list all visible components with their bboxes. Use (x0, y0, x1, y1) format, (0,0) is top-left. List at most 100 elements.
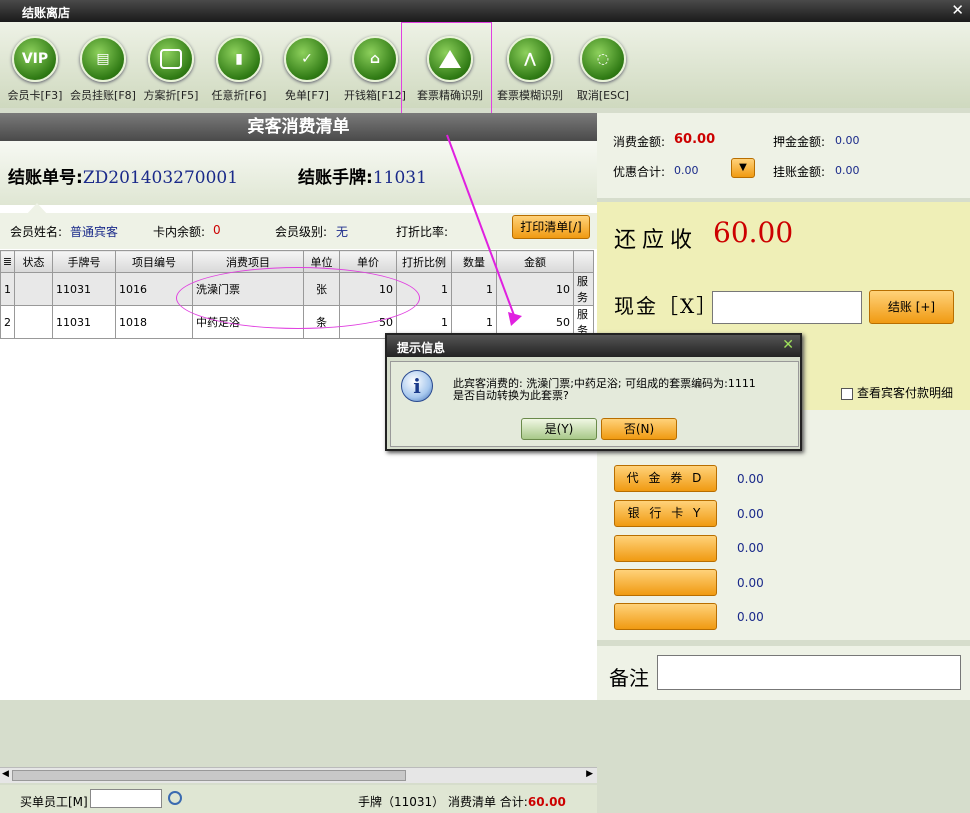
toolbar: VIP 会员卡[F3] ▤ 会员挂账[F8] 方案折[F5] ▮ 任意折[F6]… (0, 22, 597, 108)
scroll-thumb[interactable] (12, 770, 406, 781)
highlight-ellipse (176, 267, 420, 329)
dialog-header: 提示信息 ✕ (387, 335, 800, 357)
cell-index: 2 (0, 305, 15, 339)
any-discount-icon: ▮ (216, 36, 262, 82)
member-credit-icon: ▤ (80, 36, 126, 82)
cancel-button[interactable]: ◌ 取消[ESC] (568, 36, 638, 106)
bank-card-value: 0.00 (737, 507, 764, 521)
col-header[interactable] (573, 250, 594, 273)
payment-detail-checkbox[interactable]: 查看宾客付款明细 (841, 384, 953, 401)
yes-button[interactable]: 是(Y) (521, 418, 597, 440)
bill-header: 宾客消费清单 (0, 113, 597, 141)
print-list-button[interactable]: 打印清单[/] (512, 215, 590, 239)
balance-value: 0 (213, 223, 221, 237)
horizontal-scrollbar[interactable]: ◀ ▶ (0, 767, 597, 783)
scroll-left-icon[interactable]: ◀ (2, 769, 9, 779)
no-button[interactable]: 否(N) (601, 418, 677, 440)
summary-prefix: 手牌（11031） 消费清单 合计: (358, 795, 528, 809)
cell-status (14, 305, 53, 339)
cell-extra: 服务 (573, 272, 594, 306)
level-value: 无 (336, 225, 349, 239)
member-info: 会员姓名: 普通宾客 卡内余额: 0 会员级别: 无 打折比率: (0, 213, 597, 249)
col-header[interactable]: 状态 (14, 250, 53, 273)
cancel-icon: ◌ (580, 36, 626, 82)
info-icon: i (401, 370, 433, 402)
col-header[interactable]: 手牌号 (52, 250, 116, 273)
dialog-close-icon[interactable]: ✕ (782, 337, 794, 353)
toolbar-label: 取消[ESC] (576, 89, 630, 102)
discount-rate-label: 打折比率: (396, 225, 449, 239)
payment-value: 0.00 (737, 576, 764, 590)
checkbox-label: 查看宾客付款明细 (857, 386, 954, 400)
toolbar-right: ◌ 取消[ESC] (577, 22, 970, 108)
consume-value: 60.00 (674, 132, 716, 147)
col-header[interactable]: 项目编号 (115, 250, 193, 273)
staff-input[interactable] (90, 789, 162, 808)
vip-icon: VIP (12, 36, 58, 82)
remark-input[interactable] (657, 655, 961, 690)
title-bar: 结账离店 ✕ (0, 0, 970, 22)
tag-no: 结账手牌:11031 (298, 163, 427, 188)
window-close-icon[interactable]: ✕ (951, 1, 964, 19)
voucher-button[interactable]: 代 金 券 D (614, 465, 717, 492)
window-title: 结账离店 (22, 6, 71, 20)
payment-value: 0.00 (737, 541, 764, 555)
bank-card-button[interactable]: 银 行 卡 Y (614, 500, 717, 527)
balance-label: 卡内余额: (153, 225, 206, 239)
credit-value: 0.00 (835, 164, 860, 177)
consume-label: 消费金额: (613, 135, 666, 149)
bill-footer: 买单员工[M] 手牌（11031） 消费清单 合计:60.00 (0, 785, 597, 813)
dialog-body: i 此宾客消费的: 洗澡门票;中药足浴; 可组成的套票编码为:1111 是否自动… (390, 361, 799, 447)
payment-button[interactable] (614, 603, 717, 630)
settle-button[interactable]: 结账 [+] (869, 290, 954, 324)
cell-status (14, 272, 53, 306)
search-icon[interactable] (168, 791, 182, 805)
payment-button[interactable] (614, 535, 717, 562)
dialog-message-line2: 是否自动转换为此套票? (453, 389, 569, 402)
col-header[interactable]: 数量 (451, 250, 497, 273)
amount-summary: 消费金额: 60.00 押金金额: 0.00 优惠合计: 0.00 挂账金额: … (597, 113, 970, 198)
deposit-label: 押金金额: (773, 135, 826, 149)
remark-label: 备注 (609, 666, 649, 690)
due-label: 还应收 (614, 228, 699, 253)
cell-amount: 10 (496, 272, 574, 306)
ticket-fuzzy-button[interactable]: ⋀ 套票模糊识别 (495, 36, 565, 106)
staff-label: 买单员工[M] (20, 795, 88, 809)
cell-tag: 11031 (52, 272, 116, 306)
bill-summary: 手牌（11031） 消费清单 合计:60.00 (358, 793, 566, 810)
plan-discount-icon (148, 36, 194, 82)
discount-total-label: 优惠合计: (613, 165, 666, 179)
cash-label: 现金［X］ (614, 294, 719, 318)
cell-index: 1 (0, 272, 15, 306)
col-header[interactable]: 金额 (496, 250, 574, 273)
col-header[interactable]: 打折比例 (396, 250, 452, 273)
free-bill-icon: ✓ (284, 36, 330, 82)
bill-no-label: 结账单号: (8, 168, 83, 188)
member-name-label: 会员姓名: (10, 225, 63, 239)
bill-no: 结账单号:ZD201403270001 (8, 163, 238, 188)
cell-item-code: 1018 (115, 305, 193, 339)
bill-no-value: ZD201403270001 (82, 168, 239, 188)
payment-button[interactable] (614, 569, 717, 596)
scroll-right-icon[interactable]: ▶ (586, 769, 593, 779)
due-value: 60.00 (713, 216, 794, 249)
discount-total-value: 0.00 (674, 164, 699, 177)
highlight-box (401, 22, 492, 122)
voucher-value: 0.00 (737, 472, 764, 486)
ticket-fuzzy-icon: ⋀ (507, 36, 553, 82)
cell-tag: 11031 (52, 305, 116, 339)
cash-input[interactable] (712, 291, 862, 324)
cash-drawer-button[interactable]: ⌂ 开钱箱[F12] (340, 36, 410, 106)
cash-drawer-icon: ⌂ (352, 36, 398, 82)
prompt-dialog: 提示信息 ✕ i 此宾客消费的: 洗澡门票;中药足浴; 可组成的套票编码为:11… (385, 333, 802, 451)
cell-qty: 1 (451, 272, 497, 306)
col-header[interactable]: ≣ (0, 250, 15, 273)
discount-dropdown-icon[interactable]: ▼ (731, 158, 755, 178)
tag-no-label: 结账手牌: (298, 168, 373, 188)
member-name: 普通宾客 (70, 225, 119, 239)
bill-info: 结账单号:ZD201403270001 结账手牌:11031 (0, 141, 597, 205)
credit-label: 挂账金额: (773, 165, 826, 179)
payment-value: 0.00 (737, 610, 764, 624)
level-label: 会员级别: (275, 225, 328, 239)
remark-area: 备注 (597, 646, 970, 700)
